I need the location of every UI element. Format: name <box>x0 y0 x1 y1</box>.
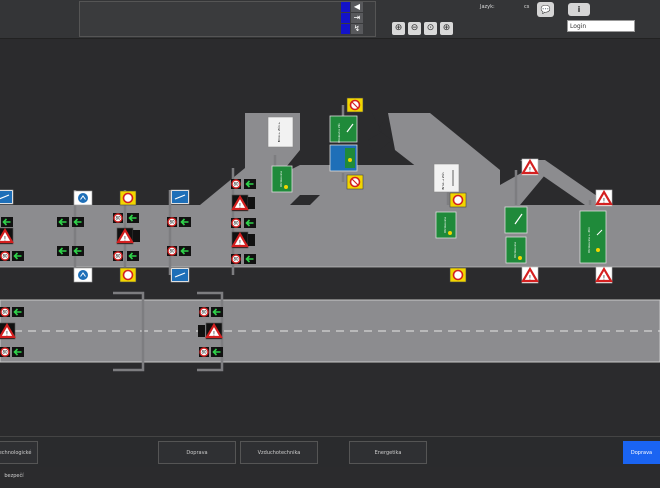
lane-control-sign[interactable] <box>166 216 178 228</box>
yellow-restriction-sign[interactable] <box>346 174 364 190</box>
direction-board-text: Otrokovice ← Zlín <box>587 227 591 253</box>
lane-control-sign[interactable] <box>11 346 25 358</box>
yellow-restriction-sign[interactable] <box>346 97 364 113</box>
lane-control-sign[interactable] <box>112 212 124 224</box>
bottom-navigation: Technologické bezpečí Doprava Vzduchotec… <box>0 436 660 479</box>
info-board-text: Brno → Zlín <box>441 172 445 189</box>
warning-sign[interactable] <box>520 157 540 177</box>
log-refresh-icon[interactable]: ↯ <box>351 24 363 34</box>
info-button[interactable]: i <box>568 3 590 16</box>
event-log-panel[interactable] <box>79 1 376 37</box>
zoom-in-icon[interactable]: ⊕ <box>392 22 405 35</box>
green-direction-board[interactable]: Otrokovice ← Zlín <box>579 210 607 264</box>
warning-sign[interactable] <box>0 321 17 341</box>
green-direction-board[interactable] <box>271 165 293 193</box>
warning-sign[interactable] <box>0 226 15 246</box>
blue-info-sign[interactable] <box>170 189 190 205</box>
lane-control-sign[interactable] <box>0 216 14 228</box>
lane-control-sign[interactable] <box>198 346 210 358</box>
lane-control-sign[interactable] <box>166 245 178 257</box>
lane-control-sign[interactable] <box>243 253 257 265</box>
lane-control-sign[interactable] <box>0 306 11 318</box>
warning-sign[interactable] <box>520 265 540 285</box>
lane-control-sign[interactable] <box>230 178 242 190</box>
direction-board-white-text: Brno ← Zlín ← <box>277 121 281 142</box>
blue-green-direction-board[interactable] <box>329 144 358 172</box>
language-code: cs <box>524 4 530 10</box>
blue-circle-sign[interactable] <box>73 267 93 283</box>
top-bar: ◀ ⇥ ↯ ⊕ ⊖ ⊙ ⊕ Jazyk: cs 💬 i <box>0 0 660 39</box>
lane-control-sign[interactable] <box>71 216 85 228</box>
yellow-restriction-sign[interactable] <box>449 192 467 208</box>
green-direction-board[interactable] <box>435 211 457 239</box>
lane-control-sign[interactable] <box>0 346 11 358</box>
lane-control-sign[interactable] <box>0 250 11 262</box>
log-status-block <box>341 24 350 34</box>
zoom-fit-icon[interactable]: ⊕ <box>440 22 453 35</box>
info-icon: i <box>577 5 581 14</box>
login-input[interactable] <box>567 20 635 32</box>
log-status-block <box>341 2 350 12</box>
warning-sign[interactable] <box>115 226 135 246</box>
warning-sign[interactable] <box>594 265 614 285</box>
zoom-reset-icon[interactable]: ⊙ <box>424 22 437 35</box>
nav-technological-safety[interactable]: Technologické bezpečí <box>0 441 38 479</box>
lane-control-sign[interactable] <box>11 250 25 262</box>
zoom-out-icon[interactable]: ⊖ <box>408 22 421 35</box>
lane-control-sign[interactable] <box>210 306 224 318</box>
nav-ventilation[interactable]: Vzduchotechnika <box>240 441 318 464</box>
lane-control-sign[interactable] <box>126 250 140 262</box>
lane-control-sign[interactable] <box>112 250 124 262</box>
blue-info-sign[interactable] <box>0 189 14 205</box>
warning-sign[interactable] <box>594 188 614 208</box>
log-play-icon[interactable]: ◀ <box>351 2 363 12</box>
lane-control-sign[interactable] <box>178 245 192 257</box>
green-direction-board[interactable] <box>504 206 528 234</box>
lane-control-sign[interactable] <box>56 245 70 257</box>
lane-control-sign[interactable] <box>230 217 242 229</box>
direction-board-white[interactable]: Brno ← Zlín ← <box>267 116 294 148</box>
language-toggle-button[interactable]: 💬 <box>537 2 554 17</box>
lane-control-sign[interactable] <box>11 306 25 318</box>
lane-control-sign[interactable] <box>198 306 210 318</box>
yellow-restriction-sign[interactable] <box>119 267 137 283</box>
speech-bubble-icon: 💬 <box>540 5 551 14</box>
yellow-restriction-sign[interactable] <box>449 267 467 283</box>
yellow-restriction-sign[interactable] <box>119 190 137 206</box>
lane-control-sign[interactable] <box>56 216 70 228</box>
lane-control-sign[interactable] <box>126 212 140 224</box>
nav-traffic-active[interactable]: Doprava <box>623 441 660 464</box>
log-controls: ◀ ⇥ ↯ <box>341 2 365 36</box>
lane-control-sign[interactable] <box>178 216 192 228</box>
log-forward-icon[interactable]: ⇥ <box>351 13 363 23</box>
lane-control-sign[interactable] <box>71 245 85 257</box>
blue-circle-sign[interactable] <box>73 190 93 206</box>
lane-control-sign[interactable] <box>210 346 224 358</box>
warning-sign[interactable] <box>230 193 250 213</box>
green-direction-board[interactable] <box>505 236 527 264</box>
lane-control-sign[interactable] <box>243 178 257 190</box>
exit-board-text: Otrokovice Zlín <box>337 123 341 143</box>
nav-energy[interactable]: Energetika <box>349 441 427 464</box>
info-board[interactable]: Brno → Zlín <box>433 163 460 193</box>
lane-control-sign[interactable] <box>243 217 257 229</box>
warning-sign[interactable] <box>230 230 250 250</box>
blue-info-sign[interactable] <box>170 267 190 283</box>
language-label: Jazyk: <box>480 4 495 10</box>
log-status-block <box>341 13 350 23</box>
green-direction-board[interactable]: Otrokovice Zlín <box>329 115 358 143</box>
nav-traffic[interactable]: Doprava <box>158 441 236 464</box>
warning-sign[interactable] <box>204 321 224 341</box>
traffic-schematic[interactable]: ! ! 80 <box>0 38 660 436</box>
lane-control-sign[interactable] <box>230 253 242 265</box>
